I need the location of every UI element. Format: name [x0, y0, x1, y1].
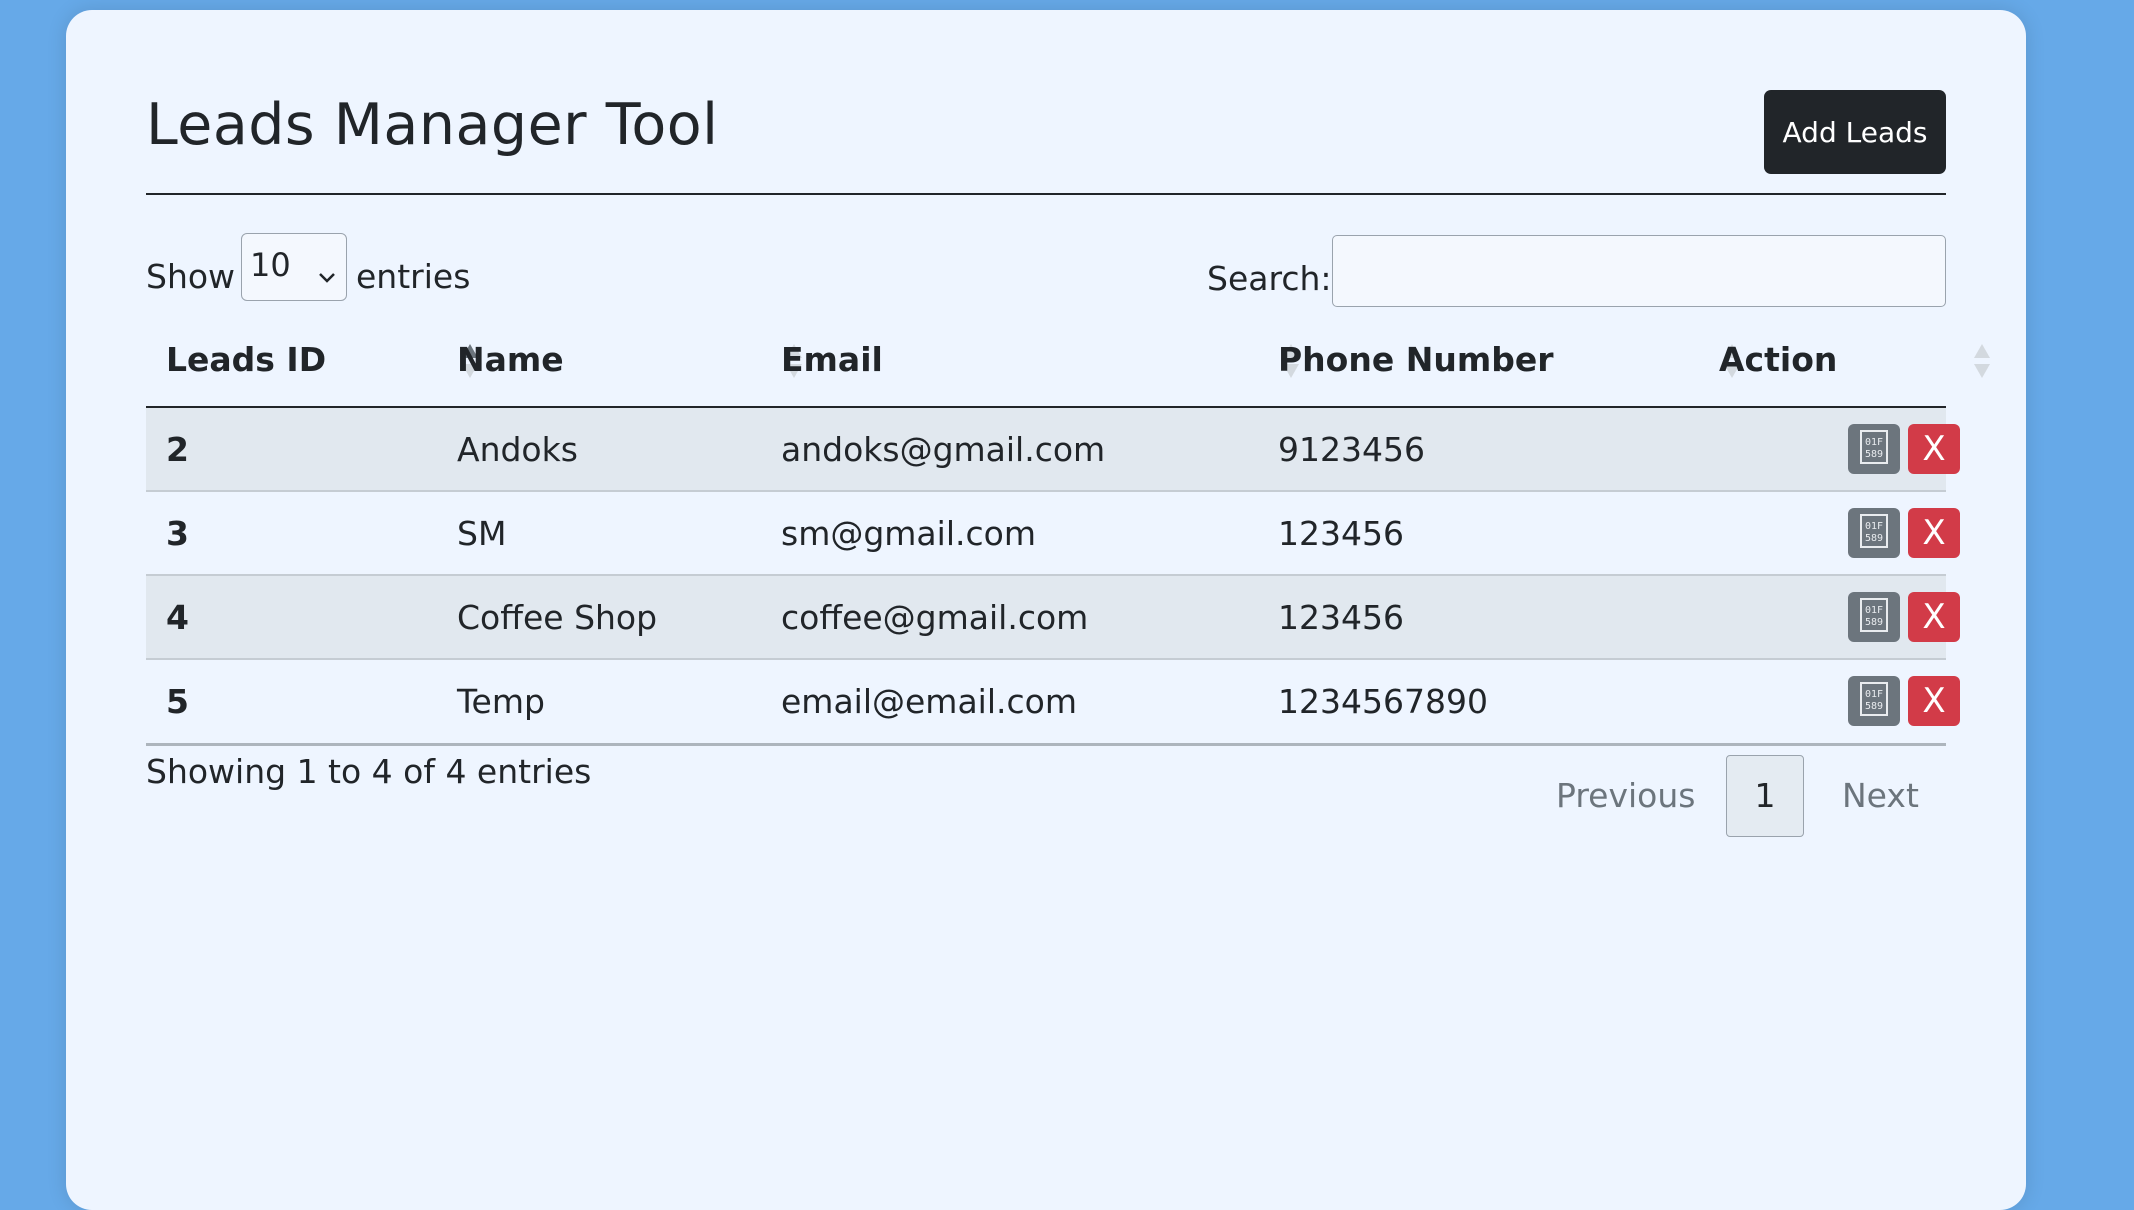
svg-text:01F: 01F [1865, 689, 1883, 700]
page-title: Leads Manager Tool [146, 92, 719, 158]
length-suffix: entries [356, 257, 471, 296]
svg-text:01F: 01F [1865, 437, 1883, 448]
svg-text:01F: 01F [1865, 521, 1883, 532]
delete-button[interactable]: X [1908, 508, 1960, 558]
cell-phone: 123456 [1278, 598, 1404, 637]
edit-button[interactable]: 01F 589 [1848, 676, 1900, 726]
cell-name: Coffee Shop [457, 598, 658, 637]
add-leads-button[interactable]: Add Leads [1764, 90, 1946, 174]
table-info: Showing 1 to 4 of 4 entries [146, 752, 592, 791]
edit-button[interactable]: 01F 589 [1848, 508, 1900, 558]
cell-email: sm@gmail.com [781, 514, 1036, 553]
cell-leads-id: 3 [166, 514, 189, 553]
delete-button[interactable]: X [1908, 676, 1960, 726]
table-bottom-divider [146, 743, 1946, 746]
cell-leads-id: 5 [166, 682, 189, 721]
pagination-page-1[interactable]: 1 [1726, 755, 1804, 837]
column-header-email[interactable]: Email [781, 340, 883, 379]
svg-text:01F: 01F [1865, 605, 1883, 616]
column-header-name[interactable]: Name [457, 340, 564, 379]
cell-email: coffee@gmail.com [781, 598, 1089, 637]
entries-length-value: 10 [250, 246, 291, 284]
table-row: 2 Andoks andoks@gmail.com 9123456 01F 58… [146, 408, 1960, 492]
pagination-next[interactable]: Next [1842, 776, 1919, 815]
column-header-phone-number[interactable]: Phone Number [1278, 340, 1554, 379]
table-row: 5 Temp email@email.com 1234567890 01F 58… [146, 660, 1960, 744]
edit-icon: 01F 589 [1860, 682, 1888, 716]
edit-icon: 01F 589 [1860, 430, 1888, 464]
search-label: Search: [1207, 259, 1332, 298]
edit-icon: 01F 589 [1860, 598, 1888, 632]
search-input[interactable] [1332, 235, 1946, 307]
leads-card: Leads Manager Tool Add Leads Show 10 ent… [66, 10, 2026, 1210]
svg-text:589: 589 [1865, 617, 1883, 628]
edit-icon: 01F 589 [1860, 514, 1888, 548]
cell-phone: 9123456 [1278, 430, 1425, 469]
cell-phone: 1234567890 [1278, 682, 1488, 721]
title-divider [146, 193, 1946, 195]
cell-phone: 123456 [1278, 514, 1404, 553]
svg-text:589: 589 [1865, 701, 1883, 712]
pagination-previous[interactable]: Previous [1556, 776, 1695, 815]
table-row: 4 Coffee Shop coffee@gmail.com 123456 01… [146, 576, 1960, 660]
cell-leads-id: 4 [166, 598, 189, 637]
column-header-action[interactable]: Action [1719, 340, 1837, 379]
entries-length-select[interactable]: 10 [241, 233, 347, 301]
cell-name: Andoks [457, 430, 578, 469]
svg-text:589: 589 [1865, 533, 1883, 544]
length-label: Show [146, 257, 236, 296]
cell-name: Temp [457, 682, 545, 721]
column-header-leads-id[interactable]: Leads ID [166, 340, 326, 379]
table-row: 3 SM sm@gmail.com 123456 01F 589 X [146, 492, 1960, 576]
cell-email: email@email.com [781, 682, 1077, 721]
sort-icon[interactable] [1972, 342, 1992, 382]
svg-text:589: 589 [1865, 449, 1883, 460]
cell-email: andoks@gmail.com [781, 430, 1106, 469]
chevron-down-icon [318, 254, 336, 300]
cell-name: SM [457, 514, 507, 553]
cell-leads-id: 2 [166, 430, 189, 469]
delete-button[interactable]: X [1908, 592, 1960, 642]
delete-button[interactable]: X [1908, 424, 1960, 474]
edit-button[interactable]: 01F 589 [1848, 592, 1900, 642]
edit-button[interactable]: 01F 589 [1848, 424, 1900, 474]
